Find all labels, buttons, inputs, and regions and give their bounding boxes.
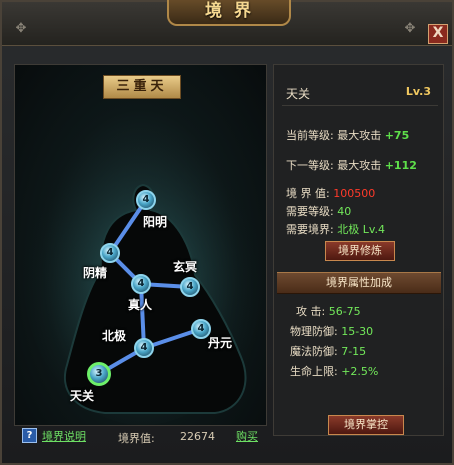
realm-node-icon[interactable]: 4 <box>131 274 151 294</box>
divider <box>282 105 438 106</box>
required-realm-row: 需要境界: 北极 Lv.4 <box>286 223 385 236</box>
node-label: 阴精 <box>83 266 108 280</box>
node-label: 天关 <box>70 389 95 403</box>
attr-attack: 攻 击: 56-75 <box>296 305 361 318</box>
realm-bonus-header: 境界属性加成 <box>277 272 441 294</box>
realm-node-icon[interactable]: 4 <box>100 243 120 263</box>
realm-node-icon-selected[interactable]: 3 <box>87 362 111 386</box>
node-label: 阳明 <box>143 215 168 229</box>
node-label: 丹元 <box>208 336 233 350</box>
realm-node-icon[interactable]: 4 <box>134 338 154 358</box>
buy-link[interactable]: 购买 <box>236 428 258 444</box>
close-button[interactable]: X <box>428 24 448 44</box>
attr-max-hp: 生命上限: +2.5% <box>290 365 379 378</box>
attr-magic-defense: 魔法防御: 7-15 <box>290 345 367 358</box>
realm-cultivate-button[interactable]: 境界修炼 <box>325 241 395 261</box>
realm-window: 境界 ✥ ✥ X 三重天 4 阳明 4 阴精 4 真人 4 玄冥 4 北极 4 … <box>0 0 454 465</box>
realm-node-icon[interactable]: 4 <box>136 190 156 210</box>
title-bar: 境界 ✥ ✥ X <box>2 0 452 46</box>
next-level-row: 下一等级: 最大攻击 +112 <box>286 159 417 172</box>
window-title: 境界 <box>205 1 263 21</box>
required-level-row: 需要等级: 40 <box>286 205 352 218</box>
help-icon[interactable]: ? <box>22 428 37 443</box>
heaven-tier-heading: 三重天 <box>103 75 181 99</box>
current-level-row: 当前等级: 最大攻击 +75 <box>286 129 410 142</box>
footer-bar: ? 境界说明 境界值: 22674 购买 <box>14 426 444 446</box>
footer-points-value: 22674 <box>180 430 215 443</box>
realm-level: Lv.3 <box>405 85 431 98</box>
realm-map-panel: 三重天 4 阳明 4 阴精 4 真人 4 玄冥 4 北极 4 丹元 3 天关 <box>14 64 267 426</box>
title-plate: 境界 <box>167 0 291 26</box>
node-label: 真人 <box>128 298 153 312</box>
rivet-icon: ✥ <box>404 21 416 36</box>
realm-info-panel: 天关 Lv.3 当前等级: 最大攻击 +75 下一等级: 最大攻击 +112 境… <box>273 64 444 436</box>
realm-help-link[interactable]: 境界说明 <box>42 428 86 444</box>
realm-name: 天关 <box>286 87 311 101</box>
realm-map-art <box>23 125 263 425</box>
footer-points-label: 境界值: <box>118 432 155 445</box>
realm-node-icon[interactable]: 4 <box>180 277 200 297</box>
realm-points-row: 境 界 值: 100500 <box>286 187 376 200</box>
rivet-icon: ✥ <box>15 21 27 36</box>
close-icon[interactable]: X <box>433 25 444 41</box>
node-label: 北极 <box>102 329 127 343</box>
node-label: 玄冥 <box>173 260 198 274</box>
attr-physical-defense: 物理防御: 15-30 <box>290 325 374 338</box>
